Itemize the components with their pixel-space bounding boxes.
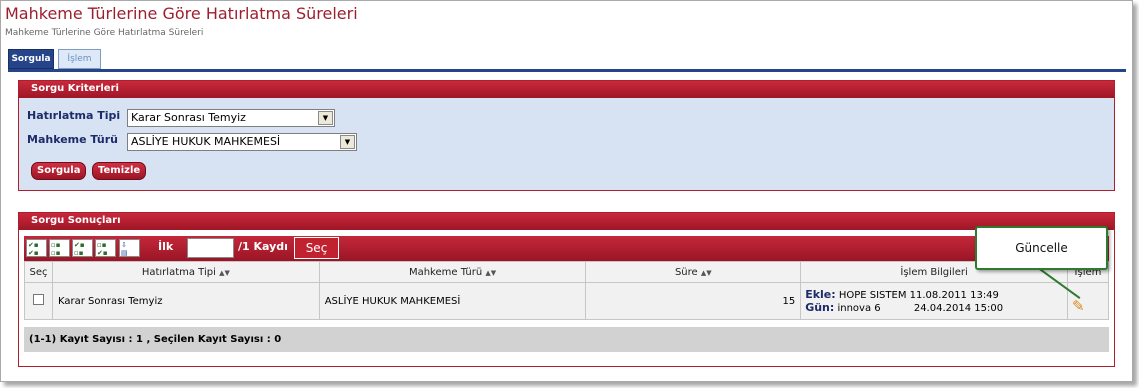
cell-mahkeme-turu: ASLİYE HUKUK MAHKEMESİ: [318, 282, 587, 320]
select-all-icon[interactable]: ✔▪ ✔▪: [26, 239, 47, 257]
table-row[interactable]: Karar Sonrası Temyiz ASLİYE HUKUK MAHKEM…: [24, 282, 1110, 320]
row-checkbox-cell[interactable]: [24, 282, 53, 320]
page-title: Mahkeme Türlerine Göre Hatırlatma Sürele…: [5, 4, 358, 23]
results-panel-title: Sorgu Sonuçları: [19, 213, 1114, 230]
column-header-hatirlatma-tipi[interactable]: Hatırlatma Tipi ▲▼: [51, 261, 320, 283]
results-table: Seç Hatırlatma Tipi ▲▼ Mahkeme Türü ▲▼ S…: [24, 261, 1110, 320]
export-icon[interactable]: ⇩ ▤: [119, 239, 140, 257]
search-button[interactable]: Sorgula: [31, 162, 87, 180]
column-header-sure[interactable]: Süre ▲▼: [585, 261, 802, 283]
gun-label: Gün:: [805, 301, 835, 314]
chevron-down-icon[interactable]: ▼: [340, 135, 355, 149]
column-header-mahkeme-turu[interactable]: Mahkeme Türü ▲▼: [318, 261, 587, 283]
ekle-date: 11.08.2011 13:49: [909, 290, 999, 301]
sort-icon[interactable]: ▲▼: [701, 269, 712, 277]
page-subtitle: Mahkeme Türlerine Göre Hatırlatma Sürele…: [5, 28, 204, 38]
guncelle-callout: Güncelle: [975, 226, 1108, 270]
chevron-down-icon[interactable]: ▼: [318, 111, 333, 125]
page-number-input[interactable]: [187, 238, 234, 258]
mahkeme-turu-label: Mahkeme Türü: [27, 133, 118, 146]
edit-pencil-icon[interactable]: ✎: [1072, 297, 1085, 315]
mahkeme-turu-value: ASLİYE HUKUK MAHKEMESİ: [131, 135, 281, 148]
column-header-sec: Seç: [24, 261, 53, 283]
tab-sorgula[interactable]: Sorgula: [8, 49, 54, 69]
sort-icon[interactable]: ▲▼: [485, 269, 496, 277]
results-panel: Sorgu Sonuçları ✔▪ ✔▪ ▫▪ ▫▪ ✔▪ ▫▪ ▫▪ ✔▪ ⇩ ▤ İ…: [18, 212, 1115, 367]
hatirlatma-tipi-label: Hatırlatma Tipi: [27, 109, 121, 122]
hatirlatma-tipi-select[interactable]: Karar Sonrası Temyiz ▼: [127, 109, 335, 127]
cell-sure: 15: [585, 282, 802, 320]
criteria-panel: Sorgu Kriterleri Hatırlatma Tipi Karar S…: [18, 80, 1115, 191]
select-none-icon[interactable]: ▫▪ ▫▪: [49, 239, 70, 257]
cell-islem-bilgileri: Ekle: HOPE SISTEM 11.08.2011 13:49 Gün: …: [800, 282, 1068, 320]
tab-islem[interactable]: İşlem: [58, 49, 101, 69]
mahkeme-turu-select[interactable]: ASLİYE HUKUK MAHKEMESİ ▼: [127, 133, 357, 151]
row-checkbox[interactable]: [32, 294, 44, 305]
tab-underline: [8, 69, 1126, 72]
hatirlatma-tipi-value: Karar Sonrası Temyiz: [131, 111, 246, 124]
pager-first-label: İlk: [158, 240, 174, 253]
gun-user: innova 6: [837, 303, 881, 314]
pager-select-button[interactable]: Seç: [294, 237, 339, 259]
pager-total-label: /1 Kaydı: [238, 240, 288, 253]
clear-button[interactable]: Temizle: [92, 162, 147, 180]
criteria-panel-title: Sorgu Kriterleri: [19, 81, 1114, 98]
ekle-label: Ekle:: [805, 288, 836, 301]
invert-selection-icon[interactable]: ▫▪ ✔▪: [95, 239, 116, 257]
results-footer: (1-1) Kayıt Sayısı : 1 , Seçilen Kayıt S…: [24, 327, 1109, 352]
table-header-row: Seç Hatırlatma Tipi ▲▼ Mahkeme Türü ▲▼ S…: [24, 261, 1110, 283]
cell-hatirlatma-tipi: Karar Sonrası Temyiz: [51, 282, 320, 320]
ekle-user: HOPE SISTEM: [838, 290, 907, 301]
sort-icon[interactable]: ▲▼: [219, 269, 230, 277]
gun-date: 24.04.2014 15:00: [913, 303, 1004, 314]
select-page-icon[interactable]: ✔▪ ▫▪: [72, 239, 93, 257]
results-toolbar: ✔▪ ✔▪ ▫▪ ▫▪ ✔▪ ▫▪ ▫▪ ✔▪ ⇩ ▤ İlk /1 Kaydı Seç: [24, 236, 1109, 261]
